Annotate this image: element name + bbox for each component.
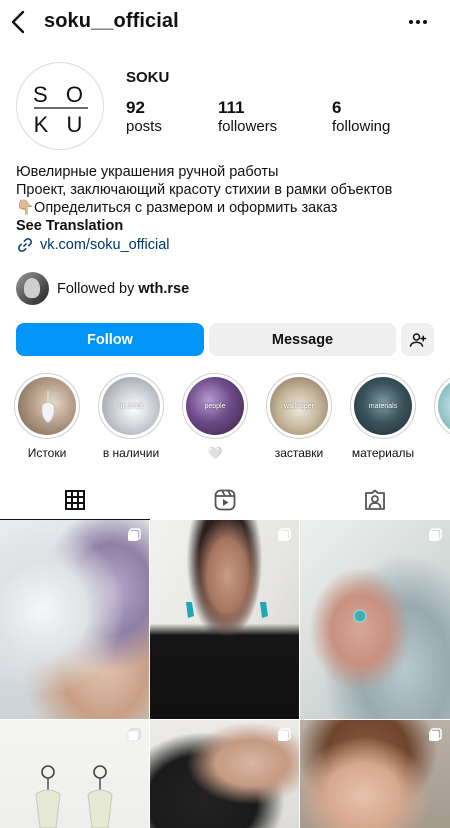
profile-tabs [0, 480, 450, 520]
profile-link[interactable]: vk.com/soku_official [16, 236, 169, 254]
message-button[interactable]: Message [209, 323, 396, 356]
story-highlights: Истоки in stock в наличии people 🤍 wallp… [0, 373, 450, 468]
suggested-accounts-button[interactable] [401, 323, 434, 356]
posts-grid [0, 520, 450, 828]
earring-image-icon [41, 391, 55, 424]
profile-username: soku__official [44, 10, 179, 32]
highlight-item[interactable]: Истоки [14, 373, 80, 460]
highlight-label: материалы [351, 446, 415, 460]
stat-following-label: following [332, 118, 391, 135]
profile-display-name: SOKU [126, 69, 170, 86]
multiple-posts-icon [128, 528, 141, 541]
stat-followers-label: followers [218, 118, 278, 135]
highlight-item[interactable]: wallpaper заставки [266, 373, 332, 460]
multiple-posts-icon [429, 728, 442, 741]
earrings-image-icon [35, 765, 113, 828]
profile-link-text[interactable]: vk.com/soku_official [40, 237, 169, 253]
stat-followers-count: 111 [218, 98, 245, 117]
soku-logo: S O K U [33, 82, 89, 137]
followed-by[interactable]: Followed by wth.rse [16, 272, 189, 305]
followed-by-username: wth.rse [138, 280, 190, 297]
bio-line-1: Ювелирные украшения ручной работы [16, 164, 279, 180]
reels-icon [214, 489, 236, 511]
top-bar: soku__official [0, 0, 450, 46]
highlight-cover: people [186, 377, 244, 435]
profile-bio: Ювелирные украшения ручной работы Проект… [16, 163, 436, 235]
see-translation-link[interactable]: See Translation [16, 217, 436, 235]
tagged-icon [365, 489, 385, 510]
highlight-caption: in stock [119, 402, 143, 410]
highlight-item[interactable]: co со [434, 373, 450, 460]
highlight-cover: in stock [102, 377, 160, 435]
follower-avatar [16, 272, 49, 305]
ring-gem-icon [353, 609, 367, 623]
highlight-label: Истоки [27, 446, 67, 460]
multiple-posts-icon [278, 728, 291, 741]
highlight-caption: wallpaper [284, 402, 314, 410]
post-image [300, 520, 450, 719]
highlight-caption: people [204, 402, 226, 410]
svg-text:S O: S O [33, 82, 89, 107]
profile-avatar[interactable]: S O K U [16, 62, 104, 150]
highlight-item[interactable]: materials материалы [350, 373, 416, 460]
follow-button[interactable]: Follow [16, 323, 204, 356]
multiple-posts-icon [127, 728, 141, 742]
post-thumbnail[interactable] [150, 520, 299, 719]
post-thumbnail[interactable] [0, 520, 149, 719]
bio-line-3: 👇🏼Определиться с размером и оформить зак… [16, 200, 338, 216]
highlight-label: со [434, 446, 450, 460]
highlight-caption: materials [368, 402, 398, 410]
multiple-posts-icon [429, 528, 442, 541]
stat-following[interactable]: 6 following [332, 98, 390, 136]
stat-followers[interactable]: 111 followers [218, 98, 277, 136]
back-arrow-icon[interactable] [8, 8, 32, 36]
followed-by-prefix: Followed by [57, 280, 139, 297]
add-person-icon [409, 332, 426, 347]
stat-following-count: 6 [332, 98, 342, 117]
highlight-item[interactable]: people 🤍 [182, 373, 248, 460]
bio-line-2: Проект, заключающий красоту стихии в рам… [16, 182, 393, 198]
post-image [0, 520, 149, 719]
stat-posts-count: 92 [126, 98, 145, 117]
stat-posts[interactable]: 92 posts [126, 98, 162, 136]
stat-posts-label: posts [126, 118, 162, 135]
tab-posts-grid[interactable] [0, 480, 150, 520]
svg-text:K U: K U [34, 112, 89, 137]
multiple-posts-icon [278, 528, 291, 541]
highlight-item[interactable]: in stock в наличии [98, 373, 164, 460]
highlight-cover: materials [354, 377, 412, 435]
highlight-cover: co [438, 377, 450, 435]
highlight-label: 🤍 [207, 446, 223, 460]
tab-reels[interactable] [150, 480, 300, 520]
highlight-cover [18, 377, 76, 435]
earring-icon [186, 602, 268, 618]
tab-tagged[interactable] [300, 480, 450, 520]
post-thumbnail[interactable] [150, 720, 299, 828]
post-thumbnail[interactable] [300, 520, 450, 719]
highlight-cover: wallpaper [270, 377, 328, 435]
post-thumbnail[interactable] [0, 720, 149, 828]
highlight-label: в наличии [102, 446, 160, 460]
highlight-label: заставки [274, 446, 324, 460]
more-options-icon[interactable] [408, 12, 428, 32]
link-icon [18, 238, 32, 252]
grid-icon [65, 489, 85, 510]
post-thumbnail[interactable] [300, 720, 450, 828]
